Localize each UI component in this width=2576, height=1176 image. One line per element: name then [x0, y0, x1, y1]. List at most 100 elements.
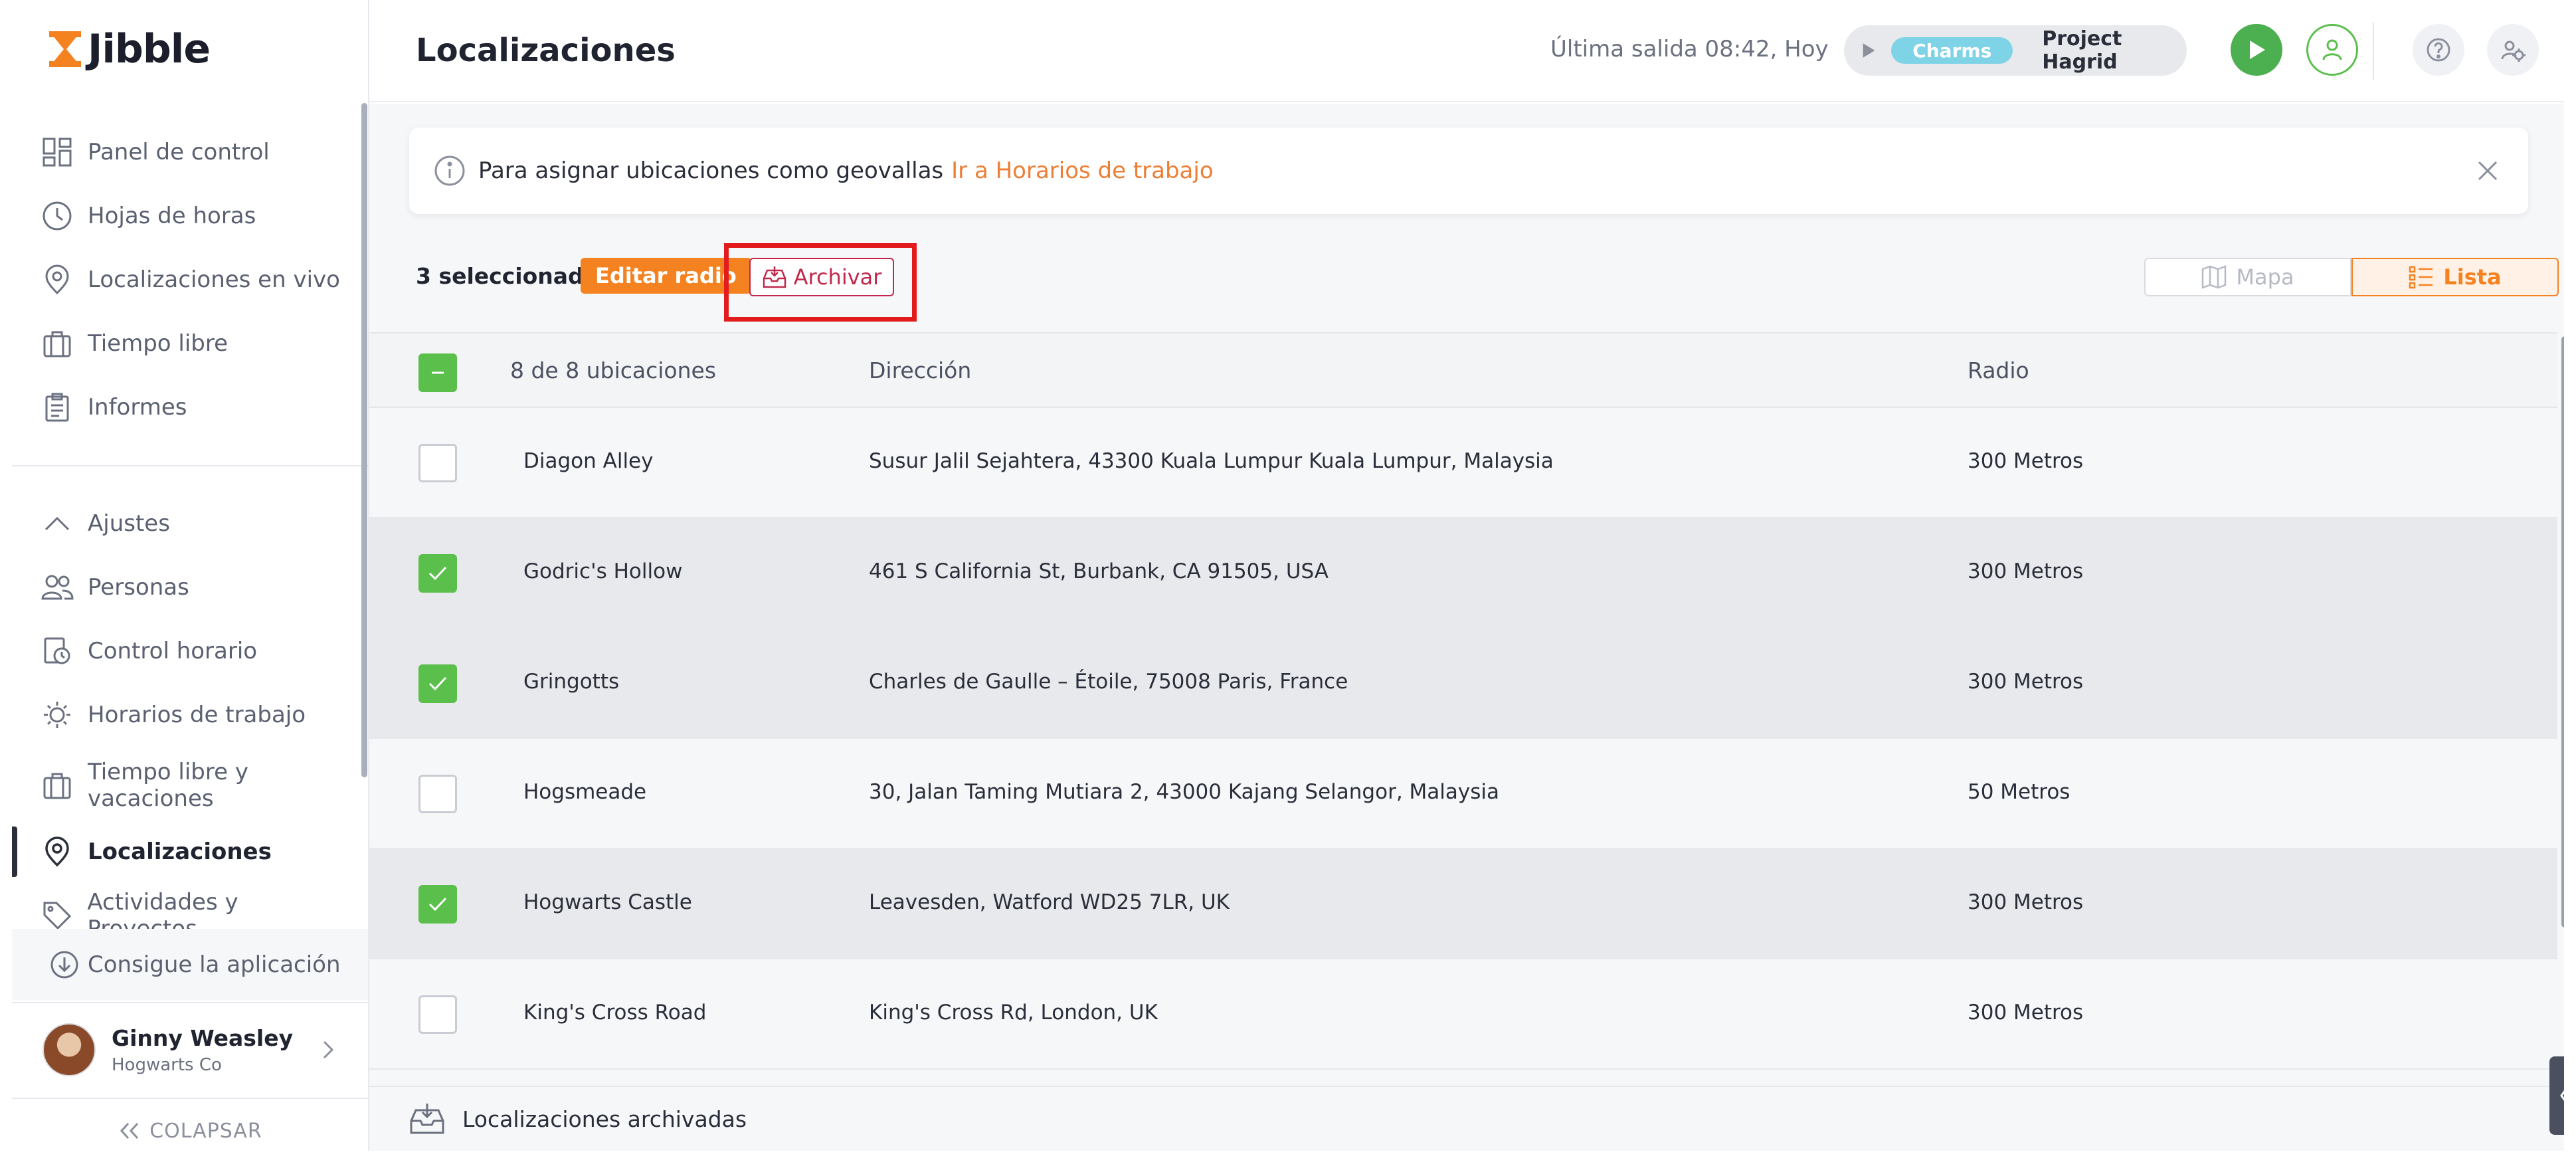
sidebar-item-label: Hojas de horas — [88, 203, 256, 229]
clock-in-button[interactable] — [2231, 24, 2282, 76]
chevron-up-icon — [40, 506, 74, 541]
sidebar-divider — [12, 1098, 368, 1099]
select-all-checkbox[interactable] — [418, 353, 457, 392]
location-address: King's Cross Rd, London, UK — [869, 1001, 1158, 1025]
location-radius: 300 Metros — [1968, 890, 2084, 914]
sidebar-item-label: Tiempo libre y vacaciones — [88, 759, 248, 812]
collapse-sidebar-button[interactable]: COLAPSAR — [12, 1111, 368, 1151]
row-checkbox[interactable] — [418, 885, 457, 924]
map-view-button[interactable]: Mapa — [2144, 258, 2351, 296]
dashboard-icon — [40, 135, 74, 169]
row-checkbox[interactable] — [418, 775, 457, 813]
location-radius: 300 Metros — [1968, 449, 2084, 473]
location-pin-icon — [40, 262, 74, 297]
map-label: Mapa — [2236, 264, 2294, 290]
location-name: Diagon Alley — [523, 449, 654, 473]
row-checkbox[interactable] — [418, 995, 457, 1034]
location-pin-icon — [40, 834, 74, 869]
sidebar-item-people[interactable]: Personas — [40, 564, 352, 611]
collapse-label: COLAPSAR — [149, 1119, 262, 1143]
main-scrollbar[interactable] — [2561, 336, 2564, 928]
location-radius: 300 Metros — [1968, 670, 2084, 694]
column-header-address[interactable]: Dirección — [869, 357, 971, 383]
table-row[interactable]: King's Cross Road King's Cross Rd, Londo… — [369, 959, 2557, 1070]
column-header-name: 8 de 8 ubicaciones — [510, 357, 717, 383]
sidebar-item-dashboard[interactable]: Panel de control — [40, 129, 352, 175]
row-checkbox[interactable] — [418, 554, 457, 593]
table-row[interactable]: Diagon Alley Susur Jalil Sejahtera, 4330… — [369, 408, 2557, 518]
timer-widget[interactable]: Charms Project Hagrid — [1844, 25, 2187, 76]
main-content: Para asignar ubicaciones como geovallas … — [369, 104, 2564, 1151]
banner-text: Para asignar ubicaciones como geovallas — [478, 157, 944, 184]
sidebar-item-time-off-holidays[interactable]: Tiempo libre y vacaciones — [40, 755, 352, 815]
row-checkbox[interactable] — [418, 444, 457, 482]
clipboard-icon — [40, 390, 74, 425]
location-name: King's Cross Road — [523, 1001, 707, 1025]
user-name: Ginny Weasley — [112, 1025, 294, 1051]
user-icon — [2322, 39, 2342, 60]
user-profile[interactable]: Ginny Weasley Hogwarts Co — [12, 1003, 368, 1096]
minus-icon — [432, 371, 444, 374]
sidebar-item-reports[interactable]: Informes — [40, 384, 352, 431]
row-checkbox[interactable] — [418, 664, 457, 703]
archive-button[interactable]: Archivar — [749, 258, 894, 296]
people-icon — [40, 570, 74, 605]
help-button[interactable] — [2413, 24, 2464, 76]
table-row[interactable]: Hogwarts Castle Leavesden, Watford WD25 … — [369, 849, 2557, 959]
sidebar-item-live-locations[interactable]: Localizaciones en vivo — [40, 256, 352, 303]
check-icon — [428, 566, 447, 581]
location-address: Susur Jalil Sejahtera, 43300 Kuala Lumpu… — [869, 449, 1554, 473]
sidebar-item-work-schedules[interactable]: Horarios de trabajo — [40, 692, 352, 738]
page-title: Localizaciones — [416, 32, 676, 69]
activity-badge: Charms — [1891, 37, 2013, 64]
sidebar-item-label: Horarios de trabajo — [88, 702, 306, 728]
work-schedules-link[interactable]: Ir a Horarios de trabajo — [951, 157, 1214, 184]
location-name: Godric's Hollow — [523, 559, 683, 583]
location-name: Hogwarts Castle — [523, 890, 692, 914]
tag-icon — [40, 898, 74, 933]
sidebar-divider — [12, 465, 368, 466]
jibble-logo-icon — [49, 31, 81, 67]
clock-icon — [40, 199, 74, 233]
avatar — [43, 1023, 96, 1076]
sidebar-item-label: Panel de control — [88, 139, 270, 165]
archive-icon — [763, 266, 786, 288]
location-name: Gringotts — [523, 670, 620, 694]
sidebar-item-label: Informes — [88, 394, 187, 421]
last-clock-out: Última salida 08:42, Hoy — [1550, 36, 1829, 62]
suitcase-icon — [40, 326, 74, 361]
location-radius: 50 Metros — [1968, 780, 2070, 804]
table-row[interactable]: Godric's Hollow 461 S California St, Bur… — [369, 518, 2557, 629]
side-panel-toggle[interactable] — [2549, 1056, 2564, 1135]
table-row[interactable]: Hogsmeade 30, Jalan Taming Mutiara 2, 43… — [369, 739, 2557, 849]
selection-toolbar: 3 seleccionado Editar radio Archivar Map… — [369, 243, 2564, 322]
org-settings-button[interactable] — [2487, 24, 2539, 76]
close-icon[interactable] — [2476, 159, 2499, 182]
list-view-button[interactable]: Lista — [2351, 258, 2559, 296]
info-icon — [434, 155, 465, 186]
list-label: Lista — [2443, 264, 2502, 290]
location-radius: 300 Metros — [1968, 559, 2084, 583]
sidebar-section-settings[interactable]: Ajustes — [40, 500, 352, 547]
archived-locations-link[interactable]: Localizaciones archivadas — [369, 1086, 2557, 1151]
active-indicator — [12, 827, 17, 877]
jibble-logo[interactable]: Jibble — [46, 25, 211, 73]
sidebar-item-time-tracking[interactable]: Control horario — [40, 628, 352, 674]
sidebar-item-time-off[interactable]: Tiempo libre — [40, 320, 352, 367]
sidebar-item-label: Localizaciones — [88, 838, 272, 865]
locations-table: 8 de 8 ubicaciones Dirección Radio Diago… — [369, 332, 2557, 1070]
sidebar-item-locations[interactable]: Localizaciones — [40, 829, 352, 875]
time-tracking-icon — [40, 634, 74, 668]
map-icon — [2202, 265, 2227, 289]
location-name: Hogsmeade — [523, 780, 647, 804]
column-header-radius[interactable]: Radio — [1968, 357, 2029, 383]
sidebar-scrollbar[interactable] — [361, 103, 367, 777]
get-app-link[interactable]: Consigue la aplicación — [12, 929, 368, 1001]
location-address: 461 S California St, Burbank, CA 91505, … — [869, 559, 1329, 583]
table-row[interactable]: Gringotts Charles de Gaulle – Étoile, 75… — [369, 629, 2557, 739]
archive-label: Archivar — [793, 264, 882, 290]
work-schedule-icon — [40, 698, 74, 732]
user-status-button[interactable] — [2306, 24, 2358, 76]
sidebar-item-timesheets[interactable]: Hojas de horas — [40, 193, 352, 239]
archived-locations-label: Localizaciones archivadas — [462, 1106, 747, 1132]
